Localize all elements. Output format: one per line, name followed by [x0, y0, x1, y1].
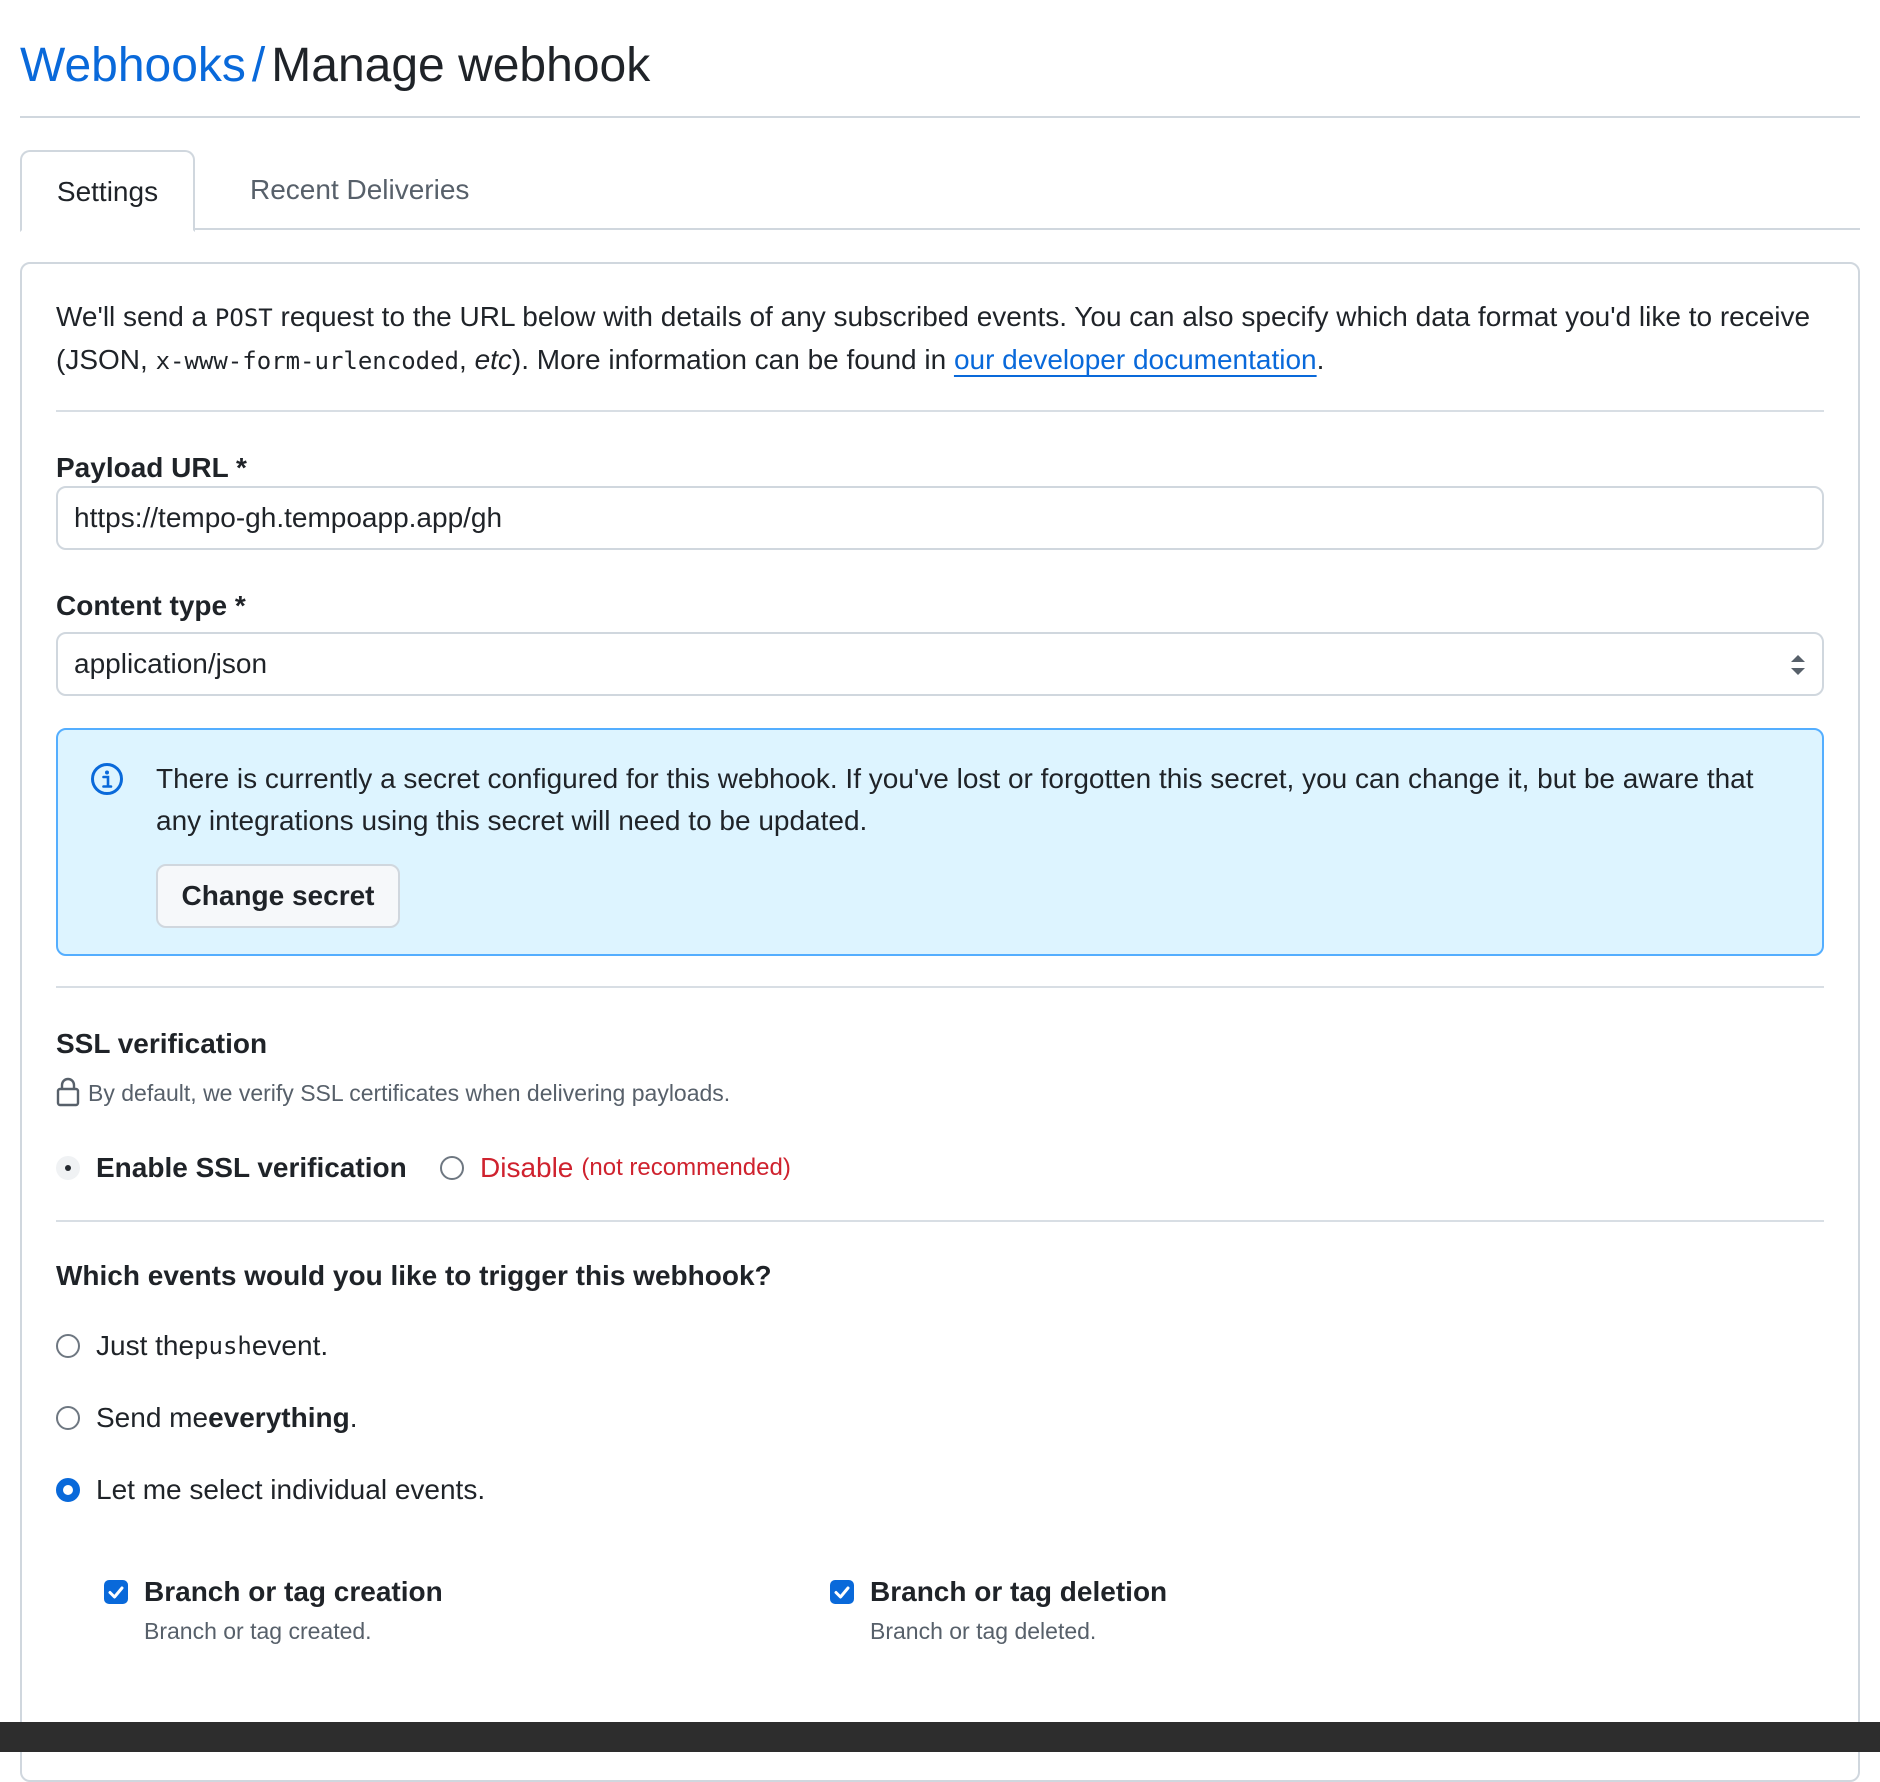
checkmark-icon	[834, 1586, 850, 1599]
ssl-section-title: SSL verification	[56, 1028, 268, 1059]
developer-docs-link[interactable]: our developer documentation	[954, 344, 1317, 375]
event-description: Branch or tag deleted.	[870, 1618, 1097, 1644]
breadcrumb-separator: /	[251, 39, 266, 92]
individual-events-radio[interactable]	[56, 1478, 80, 1502]
push-option-text: Just the	[96, 1330, 195, 1361]
intro-code-post: POST	[214, 304, 273, 332]
lock-icon	[56, 1077, 80, 1107]
checkbox-branch-tag-deletion[interactable]	[830, 1580, 854, 1604]
push-code: push	[194, 1332, 252, 1360]
content-type-label: Content type *	[56, 590, 246, 621]
intro-text-part: .	[1316, 344, 1325, 375]
intro-text: We'll send a POST request to the URL bel…	[56, 296, 1824, 382]
tab-bar: Settings Recent Deliveries	[20, 150, 1860, 232]
intro-code-urlencoded: x-www-form-urlencoded	[155, 347, 459, 375]
intro-etc: etc	[474, 344, 512, 375]
divider	[56, 1220, 1824, 1222]
breadcrumb-webhooks-link[interactable]: Webhooks	[20, 39, 246, 92]
intro-text-part: ). More information can be found in	[511, 344, 954, 375]
push-event-radio[interactable]	[56, 1334, 80, 1358]
individual-option-text: Let me select individual events.	[96, 1474, 486, 1505]
page-title: Webhooks / Manage webhook	[20, 28, 1860, 104]
event-title: Branch or tag creation	[144, 1576, 443, 1607]
events-section-title: Which events would you like to trigger t…	[56, 1260, 772, 1291]
payload-url-label: Payload URL *	[56, 452, 247, 483]
ssl-disable-radio[interactable]	[440, 1156, 464, 1180]
divider	[56, 986, 1824, 988]
settings-card: We'll send a POST request to the URL bel…	[20, 262, 1860, 1782]
event-description: Branch or tag created.	[144, 1618, 372, 1644]
secret-info-text: There is currently a secret configured f…	[156, 763, 1754, 836]
bottom-bar	[0, 1722, 1880, 1752]
event-title: Branch or tag deletion	[870, 1576, 1168, 1607]
event-option-individual[interactable]: Let me select individual events.	[56, 1470, 485, 1510]
ssl-disable-label: Disable	[480, 1152, 574, 1183]
payload-url-input[interactable]: https://tempo-gh.tempoapp.app/gh	[56, 486, 1824, 550]
content-type-select[interactable]: application/json	[56, 632, 1824, 696]
ssl-enable-label: Enable SSL verification	[96, 1152, 407, 1183]
event-option-everything[interactable]: Send me everything.	[56, 1398, 357, 1438]
content-type-value: application/json	[74, 648, 268, 679]
ssl-enable-option[interactable]: Enable SSL verification	[56, 1148, 407, 1188]
intro-text-part: ,	[459, 344, 475, 375]
page-title-text: Manage webhook	[271, 39, 651, 92]
tab-settings[interactable]: Settings	[20, 150, 195, 232]
everything-radio[interactable]	[56, 1406, 80, 1430]
intro-text-part: We'll send a	[56, 301, 215, 332]
page-header: Webhooks / Manage webhook	[20, 28, 1860, 118]
ssl-note-text: By default, we verify SSL certificates w…	[88, 1080, 731, 1106]
everything-option-text: Send me	[96, 1402, 209, 1433]
checkbox-branch-tag-creation[interactable]	[104, 1580, 128, 1604]
push-option-text: event.	[251, 1330, 329, 1361]
everything-option-text: .	[349, 1402, 358, 1433]
tab-recent-deliveries[interactable]: Recent Deliveries	[216, 150, 503, 230]
change-secret-button[interactable]: Change secret	[156, 864, 400, 928]
ssl-disable-note: (not recommended)	[581, 1154, 791, 1181]
ssl-disable-option[interactable]: Disable (not recommended)	[440, 1148, 791, 1188]
ssl-note: By default, we verify SSL certificates w…	[56, 1076, 730, 1110]
ssl-enable-radio[interactable]	[56, 1156, 80, 1180]
everything-bold: everything	[208, 1402, 350, 1433]
secret-info-banner: There is currently a secret configured f…	[56, 728, 1824, 956]
divider	[56, 410, 1824, 412]
event-option-push[interactable]: Just the push event.	[56, 1326, 328, 1366]
select-arrows-icon	[1791, 655, 1805, 675]
info-icon	[91, 763, 123, 795]
checkmark-icon	[108, 1586, 124, 1599]
